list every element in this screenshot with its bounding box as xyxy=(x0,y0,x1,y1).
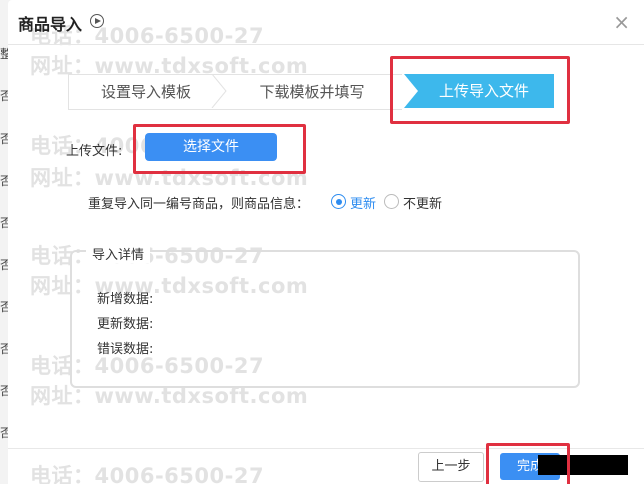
detail-updated: 更新数据: xyxy=(97,317,154,332)
previous-step-button[interactable]: 上一步 xyxy=(418,452,484,482)
duplicate-prompt: 重复导入同一编号商品，则商品信息： xyxy=(88,197,310,212)
step-set-template[interactable]: 设置导入模板 xyxy=(68,74,223,110)
detail-added: 新增数据: xyxy=(97,292,154,307)
watermark-phone: 电话：4006-6500-27 xyxy=(30,464,265,484)
upload-label: 上传文件: xyxy=(66,144,123,159)
highlight-box xyxy=(486,443,570,484)
radio-no-update[interactable] xyxy=(384,194,399,209)
step-chevron-icon xyxy=(211,74,227,108)
play-icon[interactable] xyxy=(90,14,104,28)
dialog-title: 商品导入 xyxy=(18,15,83,34)
import-details-title: 导入详情 xyxy=(86,244,151,263)
dialog-titlebar: 商品导入 × xyxy=(8,0,644,45)
radio-no-update-label[interactable]: 不更新 xyxy=(403,193,442,212)
close-button[interactable]: × xyxy=(613,10,630,34)
radio-update-label[interactable]: 更新 xyxy=(350,193,376,212)
detail-errors: 错误数据: xyxy=(97,342,154,357)
import-dialog: 电话：4006-6500-27 网址：www.tdxsoft.com 电话：40… xyxy=(8,0,644,484)
radio-update[interactable] xyxy=(331,194,346,209)
highlight-box xyxy=(390,56,570,124)
step-download-template[interactable]: 下载模板并填写 xyxy=(222,74,402,110)
highlight-box xyxy=(133,124,306,174)
